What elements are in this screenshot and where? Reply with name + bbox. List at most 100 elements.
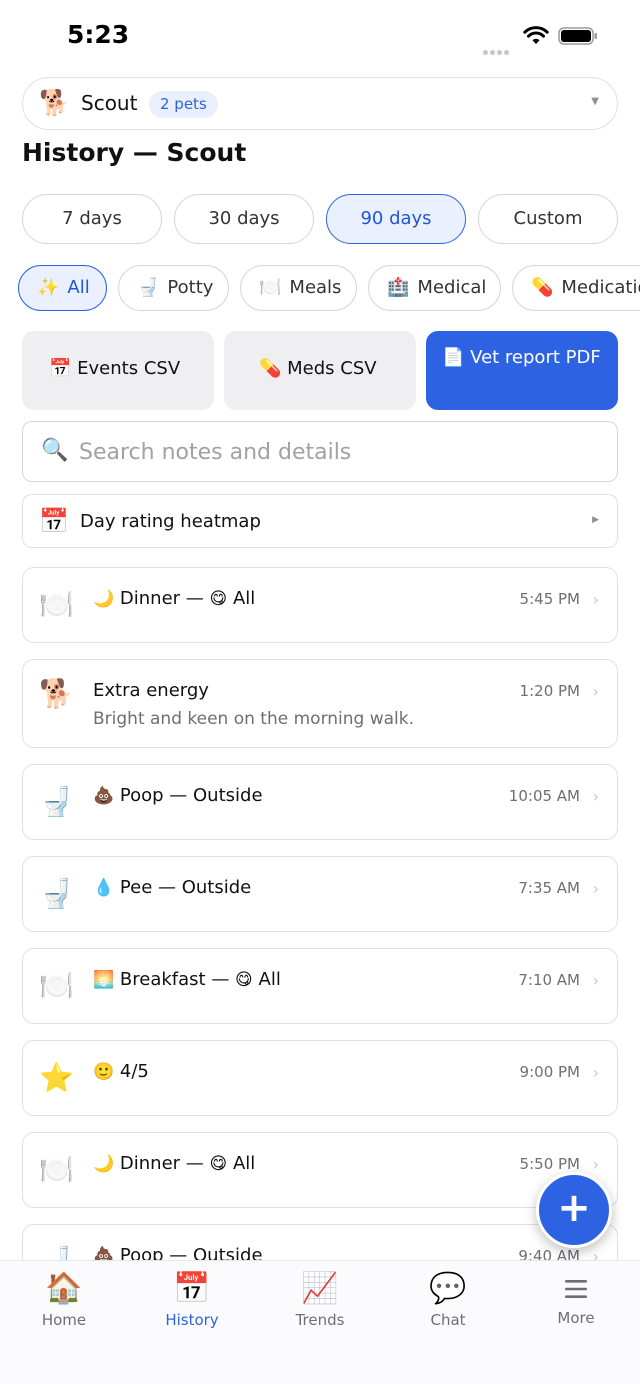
- range-7-days[interactable]: 7 days: [22, 194, 162, 244]
- search-icon: 🔍: [41, 438, 69, 463]
- chevron-right-icon: ›: [592, 1155, 599, 1174]
- chevron-right-icon: ›: [592, 1247, 599, 1260]
- toilet-icon: 🚽: [137, 277, 160, 298]
- event-time: 7:35 AM: [518, 879, 580, 897]
- calendar-icon: 📅: [39, 507, 69, 535]
- yum-face-icon: 😋: [235, 970, 253, 990]
- event-note: Bright and keen on the morning walk.: [93, 709, 415, 729]
- menu-icon: [565, 1280, 587, 1298]
- export-label: Vet report PDF: [470, 347, 601, 368]
- filter-meals[interactable]: 🍽️ Meals: [240, 265, 357, 311]
- range-30-days[interactable]: 30 days: [174, 194, 314, 244]
- event-row[interactable]: 🍽️ 🌙 Dinner — 😋 All 5:45 PM ›: [22, 567, 618, 643]
- disclosure-triangle-icon: ▶: [592, 515, 599, 525]
- filter-all[interactable]: ✨ All: [18, 265, 107, 311]
- tab-label: Chat: [430, 1311, 466, 1329]
- tab-history[interactable]: 📅 History: [128, 1271, 256, 1335]
- event-title: Poop — Outside: [119, 785, 263, 806]
- export-events-csv-button[interactable]: 📅 Events CSV: [22, 331, 214, 410]
- poop-icon: 💩: [93, 1246, 115, 1260]
- speech-bubble-icon: 💬: [429, 1271, 467, 1306]
- tab-home[interactable]: 🏠 Home: [0, 1271, 128, 1335]
- filter-chips: ✨ All 🚽 Potty 🍽️ Meals 🏥 Medical 💊 Medication: [18, 265, 640, 311]
- chevron-right-icon: ›: [592, 971, 599, 990]
- chevron-right-icon: ›: [592, 682, 599, 701]
- pet-name: Scout: [81, 91, 138, 115]
- range-90-days[interactable]: 90 days: [326, 194, 466, 244]
- tab-label: Home: [41, 1311, 87, 1329]
- signal-icon: [483, 40, 517, 55]
- search-input[interactable]: [79, 435, 599, 469]
- plus-icon: +: [557, 1185, 591, 1231]
- event-time: 9:00 PM: [519, 1063, 580, 1081]
- export-label: Meds CSV: [287, 358, 377, 379]
- event-title: Extra energy: [93, 680, 209, 701]
- filter-medication[interactable]: 💊 Medication: [512, 265, 640, 311]
- smile-icon: 🙂: [93, 1062, 115, 1082]
- chevron-right-icon: ›: [592, 590, 599, 609]
- export-meds-csv-button[interactable]: 💊 Meds CSV: [224, 331, 416, 410]
- yum-face-icon: 😋: [209, 589, 228, 609]
- toilet-icon: 🚽: [39, 1245, 74, 1260]
- chart-icon: 📈: [301, 1271, 339, 1306]
- range-custom[interactable]: Custom: [478, 194, 618, 244]
- tab-chat[interactable]: 💬 Chat: [384, 1271, 512, 1335]
- meal-icon: 🍽️: [39, 588, 74, 621]
- event-time: 1:20 PM: [519, 682, 580, 700]
- page-title: History — Scout: [22, 138, 247, 167]
- document-icon: 📄: [442, 347, 465, 368]
- day-rating-heatmap-toggle[interactable]: 📅 Day rating heatmap ▶: [22, 494, 618, 548]
- event-time: 5:45 PM: [519, 590, 580, 608]
- status-bar: 5:23: [0, 0, 640, 72]
- chevron-right-icon: ›: [592, 879, 599, 898]
- filter-label: Medication: [561, 277, 640, 298]
- event-row[interactable]: 🚽 💩 Poop — Outside 9:40 AM ›: [22, 1224, 618, 1260]
- event-title: Pee — Outside: [119, 877, 252, 898]
- export-vet-report-pdf-button[interactable]: 📄 Vet report PDF: [426, 331, 618, 410]
- chevron-right-icon: ›: [592, 787, 599, 806]
- event-row[interactable]: 🍽️ 🌙 Dinner — 😋 All 5:50 PM ›: [22, 1132, 618, 1208]
- add-event-button[interactable]: +: [536, 1172, 612, 1248]
- event-title: Poop — Outside: [119, 1245, 263, 1260]
- event-row[interactable]: ⭐ 🙂 4/5 9:00 PM ›: [22, 1040, 618, 1116]
- plate-icon: 🍽️: [259, 277, 282, 298]
- tab-label: More: [557, 1309, 595, 1327]
- export-label: Events CSV: [77, 358, 181, 379]
- filter-label: All: [67, 277, 90, 298]
- event-row[interactable]: 🐕 Extra energy Bright and keen on the mo…: [22, 659, 618, 748]
- event-row[interactable]: 🍽️ 🌅 Breakfast — 😋 All 7:10 AM ›: [22, 948, 618, 1024]
- chevron-down-icon: ▼: [591, 96, 599, 107]
- house-icon: 🏠: [45, 1271, 83, 1306]
- pill-icon: 💊: [259, 358, 282, 379]
- meal-icon: 🍽️: [39, 1153, 74, 1186]
- pet-selector[interactable]: 🐕 Scout 2 pets ▼: [22, 77, 618, 130]
- tab-label: Trends: [295, 1311, 345, 1329]
- search-box: 🔍: [22, 421, 618, 482]
- droplet-icon: 💧: [93, 878, 115, 898]
- event-title: Dinner —: [119, 1153, 210, 1174]
- event-row[interactable]: 🚽 💧 Pee — Outside 7:35 AM ›: [22, 856, 618, 932]
- tab-trends[interactable]: 📈 Trends: [256, 1271, 384, 1335]
- event-list: 🍽️ 🌙 Dinner — 😋 All 5:45 PM › 🐕 Extra en…: [22, 567, 618, 1260]
- star-icon: ⭐: [39, 1061, 74, 1094]
- hospital-icon: 🏥: [387, 277, 410, 298]
- event-time: 9:40 AM: [518, 1247, 580, 1260]
- sparkles-icon: ✨: [37, 277, 60, 298]
- calendar-icon: 📅: [173, 1271, 211, 1306]
- event-time: 10:05 AM: [508, 787, 580, 805]
- heatmap-label: Day rating heatmap: [80, 511, 261, 532]
- event-amount: All: [252, 969, 281, 990]
- event-title: 4/5: [119, 1061, 149, 1082]
- toilet-icon: 🚽: [39, 877, 74, 910]
- yum-face-icon: 😋: [209, 1154, 228, 1174]
- filter-label: Medical: [417, 277, 487, 298]
- battery-icon: [558, 27, 597, 45]
- wifi-icon: [523, 26, 549, 44]
- filter-potty[interactable]: 🚽 Potty: [118, 265, 229, 311]
- filter-medical[interactable]: 🏥 Medical: [368, 265, 501, 311]
- dog-icon: 🐕: [39, 677, 74, 710]
- event-row[interactable]: 🚽 💩 Poop — Outside 10:05 AM ›: [22, 764, 618, 840]
- tab-more[interactable]: More: [512, 1271, 640, 1335]
- event-amount: All: [227, 588, 256, 609]
- event-time: 7:10 AM: [518, 971, 580, 989]
